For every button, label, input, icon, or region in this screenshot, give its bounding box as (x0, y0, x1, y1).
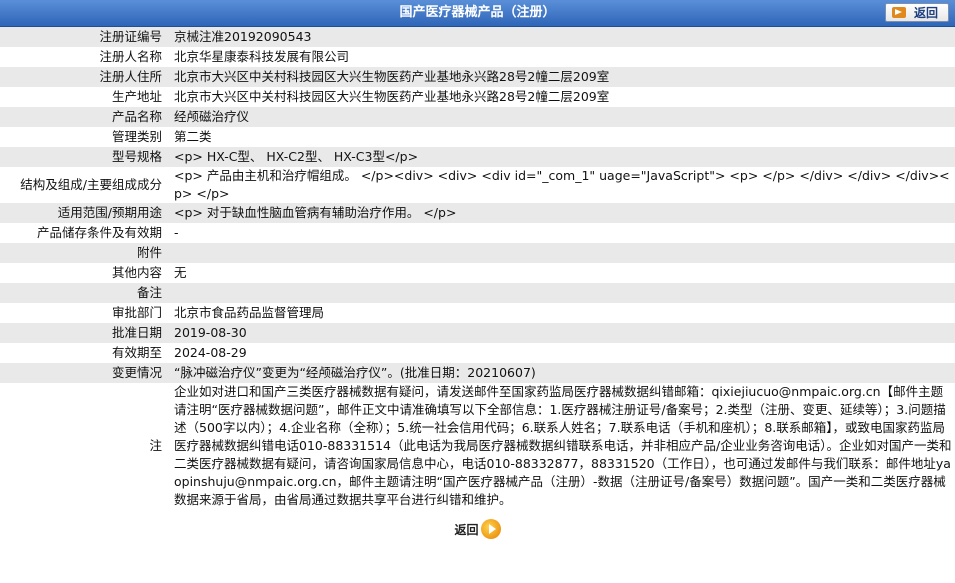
row-label: 管理类别 (0, 127, 168, 147)
table-row: 注册人住所 北京市大兴区中关村科技园区大兴生物医药产业基地永兴路28号2幢二层20… (0, 67, 955, 87)
note-label: 注 (0, 383, 168, 509)
row-value: <p> 产品由主机和治疗帽组成。 </p><div> <div> <div id… (168, 167, 955, 203)
row-label: 产品储存条件及有效期 (0, 223, 168, 243)
top-back-label: 返回 (914, 6, 939, 20)
row-label: 附件 (0, 243, 168, 263)
row-value: 2024-08-29 (168, 343, 955, 363)
note-text: 企业如对进口和国产三类医疗器械数据有疑问，请发送邮件至国家药监局医疗器械数据纠错… (168, 383, 955, 509)
row-value: 经颅磁治疗仪 (168, 107, 955, 127)
detail-table: 注册证编号 京械注准20192090543 注册人名称 北京华星康泰科技发展有限公司注… (0, 27, 955, 509)
table-row: 附件 (0, 243, 955, 263)
row-label: 结构及组成/主要组成成分 (0, 167, 168, 203)
table-row: 产品名称 经颅磁治疗仪 (0, 107, 955, 127)
table-row: 型号规格 <p> HX-C型、 HX-C2型、 HX-C3型</p> (0, 147, 955, 167)
table-row: 适用范围/预期用途 <p> 对于缺血性脑血管病有辅助治疗作用。 </p> (0, 203, 955, 223)
row-value: “脉冲磁治疗仪”变更为“经颅磁治疗仪”。(批准日期：20210607) (168, 363, 955, 383)
row-label: 生产地址 (0, 87, 168, 107)
row-value: 京械注准20192090543 (168, 27, 955, 47)
row-value: - (168, 223, 955, 243)
title-bar: 国产医疗器械产品（注册） 返回 (0, 0, 955, 27)
row-label: 审批部门 (0, 303, 168, 323)
bottom-back-button[interactable]: 返回 (454, 519, 501, 539)
row-label: 其他内容 (0, 263, 168, 283)
table-row: 有效期至 2024-08-29 (0, 343, 955, 363)
row-value: 北京华星康泰科技发展有限公司 (168, 47, 955, 67)
row-value (168, 283, 955, 303)
table-row: 备注 (0, 283, 955, 303)
footer: 返回 (0, 509, 955, 549)
table-row: 变更情况 “脉冲磁治疗仪”变更为“经颅磁治疗仪”。(批准日期：20210607) (0, 363, 955, 383)
table-row: 产品储存条件及有效期 - (0, 223, 955, 243)
table-row: 审批部门 北京市食品药品监督管理局 (0, 303, 955, 323)
table-row: 批准日期 2019-08-30 (0, 323, 955, 343)
table-row: 管理类别 第二类 (0, 127, 955, 147)
page-title: 国产医疗器械产品（注册） (399, 5, 556, 20)
row-label: 注册人名称 (0, 47, 168, 67)
row-label: 适用范围/预期用途 (0, 203, 168, 223)
row-value: 2019-08-30 (168, 323, 955, 343)
table-row: 生产地址 北京市大兴区中关村科技园区大兴生物医药产业基地永兴路28号2幢二层209… (0, 87, 955, 107)
table-row: 结构及组成/主要组成成分 <p> 产品由主机和治疗帽组成。 </p><div> <… (0, 167, 955, 203)
bottom-back-label: 返回 (454, 522, 479, 537)
row-value: 无 (168, 263, 955, 283)
detail-page: 国产医疗器械产品（注册） 返回 注册证编号 京械注准20192090543 注册人名… (0, 0, 955, 549)
row-value: 北京市大兴区中关村科技园区大兴生物医药产业基地永兴路28号2幢二层209室 (168, 87, 955, 107)
row-label: 变更情况 (0, 363, 168, 383)
row-label: 备注 (0, 283, 168, 303)
row-label: 有效期至 (0, 343, 168, 363)
row-label: 型号规格 (0, 147, 168, 167)
row-label: 注册人住所 (0, 67, 168, 87)
row-label: 批准日期 (0, 323, 168, 343)
table-row: 注册人名称 北京华星康泰科技发展有限公司 (0, 47, 955, 67)
play-arrow-icon (480, 519, 501, 539)
row-value: 北京市食品药品监督管理局 (168, 303, 955, 323)
table-row: 其他内容无 (0, 263, 955, 283)
row-value (168, 243, 955, 263)
row-label: 注册证编号 (0, 27, 168, 47)
back-arrow-icon (892, 7, 906, 18)
row-value: 北京市大兴区中关村科技园区大兴生物医药产业基地永兴路28号2幢二层209室 (168, 67, 955, 87)
note-row: 注企业如对进口和国产三类医疗器械数据有疑问，请发送邮件至国家药监局医疗器械数据纠… (0, 383, 955, 509)
row-value: <p> 对于缺血性脑血管病有辅助治疗作用。 </p> (168, 203, 955, 223)
top-back-button[interactable]: 返回 (885, 3, 949, 22)
row-value: 第二类 (168, 127, 955, 147)
table-row: 注册证编号 京械注准20192090543 (0, 27, 955, 47)
row-value: <p> HX-C型、 HX-C2型、 HX-C3型</p> (168, 147, 955, 167)
row-label: 产品名称 (0, 107, 168, 127)
